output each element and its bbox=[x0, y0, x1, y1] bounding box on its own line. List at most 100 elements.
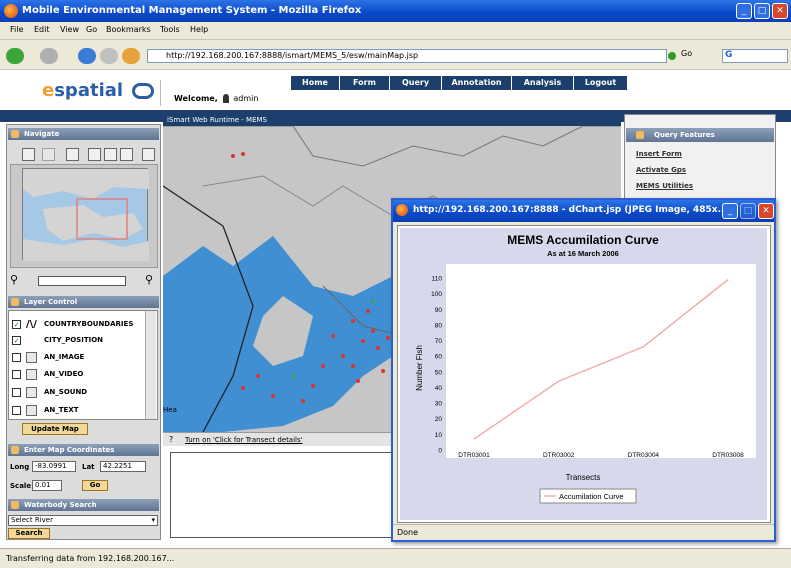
popup-maximize-button[interactable]: □ bbox=[740, 203, 756, 219]
transect-toggle-link[interactable]: Turn on 'Click for Transect details' bbox=[185, 436, 303, 444]
waterbody-title: Waterbody Search bbox=[24, 501, 97, 509]
close-button[interactable]: ✕ bbox=[772, 3, 788, 19]
full-extent-icon[interactable] bbox=[66, 148, 79, 161]
y-tick-label: 50 bbox=[435, 369, 443, 376]
popup-title-bar[interactable]: http://192.168.200.167:8888 - dChart.jsp… bbox=[393, 200, 774, 222]
back-icon[interactable] bbox=[6, 48, 24, 64]
layer-checkbox[interactable] bbox=[12, 406, 21, 415]
window-title-bar[interactable]: Mobile Environmental Management System -… bbox=[0, 0, 791, 22]
insert-form-link[interactable]: Insert Form bbox=[636, 150, 682, 158]
long-input[interactable]: -83.0991 bbox=[32, 461, 76, 472]
forward-icon[interactable] bbox=[40, 48, 58, 64]
y-axis-label: Number Fish bbox=[415, 345, 424, 391]
waterbody-search-button[interactable]: Search bbox=[8, 528, 50, 539]
scale-input[interactable]: 0.01 bbox=[32, 480, 62, 491]
home-icon[interactable] bbox=[122, 48, 140, 64]
layer-label: AN_SOUND bbox=[44, 388, 88, 396]
layer-checkbox[interactable] bbox=[12, 370, 21, 379]
maximize-button[interactable]: □ bbox=[754, 3, 770, 19]
y-tick-label: 20 bbox=[435, 416, 443, 423]
tab-home[interactable]: Home bbox=[291, 76, 340, 90]
menu-tools[interactable]: Tools bbox=[160, 25, 180, 34]
y-tick-label: 30 bbox=[435, 401, 443, 408]
layer-row[interactable]: ✓ /\/ COUNTRYBOUNDARIES bbox=[12, 318, 144, 332]
query-features-title: Query Features bbox=[654, 131, 715, 139]
chart-subtitle: As at 16 March 2006 bbox=[547, 249, 619, 258]
popup-close-button[interactable]: ✕ bbox=[758, 203, 774, 219]
mems-utilities-link[interactable]: MEMS Utilities bbox=[636, 182, 693, 190]
menu-file[interactable]: File bbox=[10, 25, 23, 34]
zoom-extent-icon[interactable] bbox=[120, 148, 133, 161]
y-tick-label: 70 bbox=[435, 338, 443, 345]
zoom-in-icon[interactable]: ⚲ bbox=[10, 273, 18, 286]
coordinates-header: Enter Map Coordinates bbox=[8, 444, 159, 456]
layer-row[interactable]: AN_IMAGE bbox=[12, 351, 144, 365]
logo-text: spatial bbox=[54, 80, 124, 101]
layer-checkbox[interactable]: ✓ bbox=[12, 336, 21, 345]
y-tick-label: 110 bbox=[432, 276, 443, 283]
map-header: iSmart Web Runtime - MEMS bbox=[163, 114, 621, 126]
menu-go[interactable]: Go bbox=[86, 25, 97, 34]
search-input[interactable]: G bbox=[722, 49, 788, 63]
layer-control-title: Layer Control bbox=[24, 298, 78, 306]
firefox-icon bbox=[396, 204, 408, 216]
coordinates-go-button[interactable]: Go bbox=[82, 480, 108, 491]
river-select[interactable]: Select River ▾ bbox=[8, 515, 158, 526]
text-icon bbox=[26, 405, 37, 416]
zoom-previous-icon[interactable] bbox=[88, 148, 101, 161]
legend-label: Accumilation Curve bbox=[559, 492, 624, 501]
firefox-icon bbox=[4, 4, 18, 18]
tab-annotation[interactable]: Annotation bbox=[442, 76, 512, 90]
print-icon[interactable] bbox=[142, 148, 155, 161]
y-tick-label: 40 bbox=[435, 385, 443, 392]
welcome-label: Welcome, bbox=[174, 94, 218, 103]
zoom-next-icon[interactable] bbox=[104, 148, 117, 161]
layer-row[interactable]: ✓ CITY_POSITION bbox=[12, 334, 144, 348]
layer-row[interactable]: AN_VIDEO bbox=[12, 368, 144, 382]
x-tick-label: DTR03004 bbox=[628, 452, 660, 459]
lat-input[interactable]: 42.2251 bbox=[100, 461, 146, 472]
y-tick-label: 80 bbox=[435, 322, 443, 329]
identify-icon[interactable] bbox=[22, 148, 35, 161]
zoom-slider[interactable] bbox=[38, 276, 126, 286]
go-icon[interactable] bbox=[668, 52, 676, 60]
layer-checkbox[interactable]: ✓ bbox=[12, 320, 21, 329]
pan-icon[interactable] bbox=[42, 148, 55, 161]
url-input[interactable]: http://192.168.200.167:8888/ismart/MEMS_… bbox=[147, 49, 667, 63]
long-label: Long bbox=[10, 463, 30, 471]
polyline-icon: /\/ bbox=[26, 319, 37, 330]
layer-row[interactable]: AN_SOUND bbox=[12, 386, 144, 400]
popup-status-text: Done bbox=[397, 528, 419, 537]
layer-checkbox[interactable] bbox=[12, 353, 21, 362]
menu-edit[interactable]: Edit bbox=[34, 25, 50, 34]
popup-minimize-button[interactable]: _ bbox=[722, 203, 738, 219]
layer-label: AN_VIDEO bbox=[44, 370, 84, 378]
menu-bookmarks[interactable]: Bookmarks bbox=[106, 25, 151, 34]
tab-analysis[interactable]: Analysis bbox=[512, 76, 574, 90]
layer-checkbox[interactable] bbox=[12, 388, 21, 397]
popup-title: http://192.168.200.167:8888 - dChart.jsp… bbox=[413, 205, 728, 215]
layer-row[interactable]: AN_TEXT bbox=[12, 404, 144, 418]
accumulation-chart: MEMS Accumilation Curve As at 16 March 2… bbox=[400, 228, 767, 520]
go-button[interactable]: Go bbox=[681, 49, 692, 58]
welcome-text: Welcome, admin bbox=[174, 94, 258, 103]
transect-help-icon: ? bbox=[169, 435, 174, 444]
overview-map[interactable] bbox=[22, 168, 149, 261]
layer-scrollbar[interactable] bbox=[145, 311, 156, 419]
minimize-button[interactable]: _ bbox=[736, 3, 752, 19]
x-tick-label: DTR03002 bbox=[543, 452, 575, 459]
tab-form[interactable]: Form bbox=[340, 76, 390, 90]
tab-query[interactable]: Query bbox=[390, 76, 442, 90]
activate-gps-link[interactable]: Activate Gps bbox=[636, 166, 686, 174]
reload-icon[interactable] bbox=[78, 48, 96, 64]
plot-area bbox=[446, 264, 756, 458]
video-icon bbox=[26, 369, 37, 380]
update-map-button[interactable]: Update Map bbox=[22, 423, 88, 435]
zoom-out-icon[interactable]: ⚲ bbox=[145, 273, 153, 286]
tab-logout[interactable]: Logout bbox=[574, 76, 628, 90]
menu-view[interactable]: View bbox=[60, 25, 79, 34]
y-tick-label: 100 bbox=[431, 291, 442, 298]
stop-icon[interactable] bbox=[100, 48, 118, 64]
y-tick-label: 60 bbox=[435, 354, 443, 361]
menu-help[interactable]: Help bbox=[190, 25, 208, 34]
